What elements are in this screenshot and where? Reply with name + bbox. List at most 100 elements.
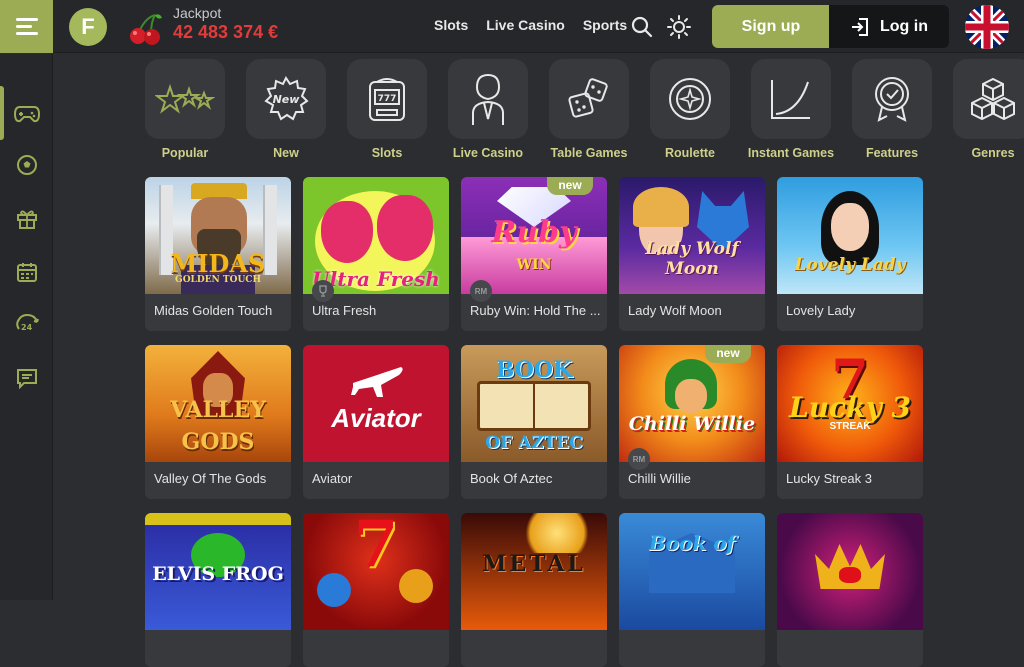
game-card[interactable]: Ultra Fresh Ultra Fresh — [303, 177, 449, 331]
jackpot-label: Jackpot — [173, 5, 222, 21]
cubes-icon — [971, 77, 1015, 121]
nav-live-casino[interactable]: Live Casino — [486, 17, 565, 33]
calendar-icon — [16, 263, 37, 282]
game-card[interactable]: new Ruby WIN RM Ruby Win: Hold The ... — [461, 177, 607, 331]
new-badge: new — [705, 345, 751, 363]
category-roulette[interactable]: Roulette — [650, 59, 730, 160]
game-art-title: MIDAS — [170, 249, 266, 278]
sidebar-item-support[interactable]: 24 — [0, 305, 53, 345]
game-card[interactable]: METAL — [461, 513, 607, 667]
game-art-title: Aviator — [331, 403, 421, 433]
game-card[interactable]: 7 — [303, 513, 449, 667]
game-name: Ultra Fresh — [312, 303, 377, 318]
game-name: Midas Golden Touch — [154, 303, 273, 318]
category-label: Features — [865, 146, 919, 160]
sidebar-item-tournaments[interactable] — [0, 252, 53, 292]
sidebar-item-chat[interactable] — [0, 358, 53, 398]
game-art-subtitle: Moon — [665, 259, 719, 279]
game-art-subtitle: OF AZTEC — [485, 433, 583, 453]
nav-slots[interactable]: Slots — [434, 17, 468, 33]
game-art-title: Chilli Willie — [628, 413, 756, 435]
svg-text:New: New — [273, 93, 301, 106]
game-art-title: 7 — [353, 513, 399, 582]
provider-icon: RM — [628, 448, 650, 470]
game-art-title: ELVIS FROG — [152, 563, 284, 585]
slot-machine-icon: 777 — [369, 78, 405, 121]
game-card[interactable]: ELVIS FROG — [145, 513, 291, 667]
game-card[interactable]: Aviator Aviator — [303, 345, 449, 499]
category-label: New — [273, 146, 299, 160]
category-label: Instant Games — [747, 146, 835, 160]
game-card[interactable]: Lady Wolf Moon Lady Wolf Moon — [619, 177, 765, 331]
game-card[interactable]: MIDAS GOLDEN TOUCH Midas Golden Touch — [145, 177, 291, 331]
gift-icon — [16, 210, 37, 229]
login-button[interactable]: Log in — [829, 5, 949, 48]
category-genres[interactable]: Genres — [953, 59, 1024, 160]
svg-text:777: 777 — [378, 94, 397, 104]
menu-button[interactable] — [0, 0, 53, 53]
game-card[interactable]: 7 Lucky 3 STREAK Lucky Streak 3 — [777, 345, 923, 499]
svg-text:24: 24 — [21, 323, 33, 332]
nav-sports[interactable]: Sports — [583, 17, 627, 33]
signup-button[interactable]: Sign up — [712, 5, 830, 48]
dice-icon — [568, 78, 608, 118]
game-art-subtitle: GODS — [181, 429, 255, 455]
new-badge-icon: New — [264, 76, 309, 121]
game-card[interactable]: BOOK OF AZTEC Book Of Aztec — [461, 345, 607, 499]
game-name: Lady Wolf Moon — [628, 303, 722, 318]
category-label: Live Casino — [452, 146, 524, 160]
category-instant-games[interactable]: Instant Games — [748, 59, 834, 160]
category-table-games[interactable]: Table Games — [549, 59, 629, 160]
login-icon — [852, 17, 868, 36]
cherry-icon — [130, 14, 162, 45]
game-card[interactable]: new Chilli Willie RM Chilli Willie — [619, 345, 765, 499]
game-art-title: Lovely Lady — [794, 255, 906, 275]
game-art-title: Lady Wolf — [645, 239, 739, 259]
game-art-title: Book of — [648, 531, 736, 555]
game-name: Lucky Streak 3 — [786, 471, 872, 486]
game-art-title: Lucky 3 — [789, 391, 911, 424]
game-art-title: METAL — [482, 551, 586, 577]
game-art-subtitle: STREAK — [829, 421, 871, 432]
logo-letter: F — [81, 14, 95, 39]
login-label: Log in — [880, 17, 928, 35]
sun-icon[interactable] — [666, 14, 692, 40]
category-features[interactable]: Features — [852, 59, 932, 160]
hamburger-icon — [15, 18, 38, 35]
stars-icon — [155, 83, 215, 114]
category-label: Genres — [971, 146, 1015, 160]
award-icon — [875, 77, 909, 122]
category-label: Slots — [371, 146, 403, 160]
category-popular[interactable]: Popular — [145, 59, 225, 160]
category-new[interactable]: New New — [246, 59, 326, 160]
game-card[interactable] — [777, 513, 923, 667]
airplane-icon — [351, 367, 403, 397]
gamepad-icon — [13, 106, 40, 123]
game-card[interactable]: VALLEY GODS Valley Of The Gods — [145, 345, 291, 499]
game-art-subtitle: GOLDEN TOUCH — [175, 275, 261, 285]
jackpot-value: 42 483 374 € — [173, 22, 279, 42]
game-art-subtitle: WIN — [516, 257, 552, 273]
support-24-icon: 24 — [15, 314, 39, 332]
game-art-title: BOOK — [495, 357, 573, 383]
provider-icon: RM — [470, 280, 492, 302]
game-card[interactable]: Lovely Lady Lovely Lady — [777, 177, 923, 331]
category-live-casino[interactable]: Live Casino — [448, 59, 528, 160]
category-slots[interactable]: 777 Slots — [347, 59, 427, 160]
game-card[interactable]: Book of — [619, 513, 765, 667]
chat-icon — [16, 369, 37, 389]
uk-flag-icon[interactable] — [965, 5, 1009, 49]
top-nav: Slots Live Casino Sports — [434, 17, 627, 33]
game-name: Ruby Win: Hold The ... — [470, 303, 601, 318]
sidebar-item-casino[interactable] — [0, 93, 53, 133]
game-name: Chilli Willie — [628, 471, 691, 486]
growth-curve-icon — [771, 80, 810, 119]
sidebar-item-promotions[interactable] — [0, 199, 53, 239]
sidebar-item-sports[interactable] — [0, 145, 53, 185]
category-label: Table Games — [550, 146, 628, 160]
search-icon[interactable] — [631, 16, 653, 38]
logo[interactable]: F — [69, 8, 107, 46]
game-art-title: VALLEY — [170, 397, 266, 423]
sidebar: 24 — [0, 54, 53, 600]
game-art-title: Ruby — [491, 215, 577, 250]
